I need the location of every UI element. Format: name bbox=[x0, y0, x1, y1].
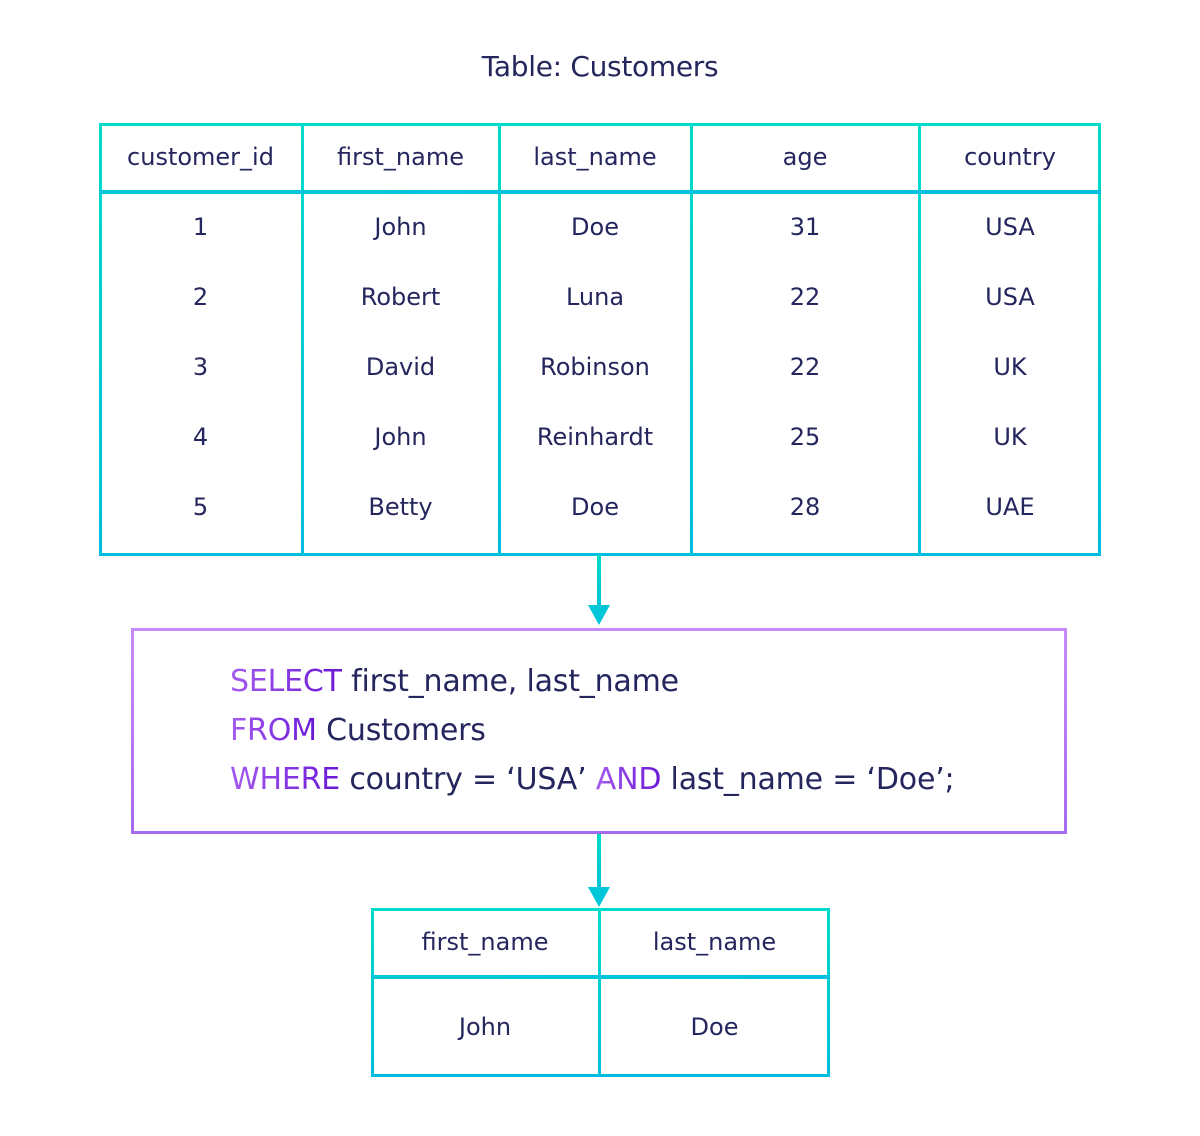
diagram-title: Table: Customers bbox=[481, 50, 719, 83]
table-cell-country: USA bbox=[985, 213, 1035, 241]
sql-line-select: SELECT first_name, last_name bbox=[230, 664, 679, 699]
sql-keyword: AND bbox=[595, 762, 662, 797]
table-cell-first-name: Betty bbox=[368, 493, 433, 521]
table-cell-last-name: Doe bbox=[690, 1013, 739, 1041]
customers-table: customer_id first_name last_name age country… bbox=[99, 123, 1101, 556]
table-cell-customer-id: 2 bbox=[192, 283, 209, 311]
table-cell-age: 25 bbox=[789, 423, 821, 451]
table-cell-country: UK bbox=[993, 423, 1027, 451]
sql-text: last_name = ‘Doe’; bbox=[661, 762, 955, 797]
table-cell-country: UAE bbox=[985, 493, 1035, 521]
table-cell-age: 22 bbox=[789, 283, 821, 311]
arrow-down-icon bbox=[588, 605, 610, 625]
sql-keyword: SELECT bbox=[230, 664, 342, 699]
table-cell-first-name: Robert bbox=[360, 283, 441, 311]
sql-keyword: WHERE bbox=[230, 762, 340, 797]
table-cell-customer-id: 5 bbox=[192, 493, 209, 521]
arrow-down-icon bbox=[588, 887, 610, 907]
table-cell-last-name: Reinhardt bbox=[536, 423, 654, 451]
table-cell-first-name: John bbox=[458, 1013, 512, 1041]
column-header: age bbox=[782, 143, 828, 171]
table-cell-customer-id: 4 bbox=[192, 423, 209, 451]
table-cell-age: 31 bbox=[789, 213, 821, 241]
column-header: last_name bbox=[533, 143, 657, 171]
arrow-shaft bbox=[597, 834, 601, 888]
sql-line-where: WHERE country = ‘USA’ AND last_name = ‘D… bbox=[230, 762, 955, 797]
table-cell-customer-id: 3 bbox=[192, 353, 209, 381]
table-cell-age: 22 bbox=[789, 353, 821, 381]
table-cell-first-name: John bbox=[374, 213, 427, 241]
table-cell-last-name: Doe bbox=[571, 213, 619, 241]
column-header: last_name bbox=[652, 928, 777, 956]
table-cell-first-name: John bbox=[374, 423, 427, 451]
table-cell-last-name: Luna bbox=[565, 283, 625, 311]
sql-text: Customers bbox=[316, 713, 486, 748]
sql-text: country = ‘USA’ bbox=[339, 762, 596, 797]
column-header: first_name bbox=[421, 928, 549, 956]
table-cell-last-name: Doe bbox=[571, 493, 619, 521]
sql-text: first_name, last_name bbox=[341, 664, 679, 699]
result-table: first_name last_name John Doe bbox=[371, 908, 830, 1077]
table-cell-first-name: David bbox=[365, 353, 436, 381]
column-header: customer_id bbox=[127, 143, 274, 171]
sql-query-box: SELECT first_name, last_name FROM Custom… bbox=[131, 628, 1067, 834]
table-cell-last-name: Robinson bbox=[540, 353, 650, 381]
table-cell-age: 28 bbox=[789, 493, 821, 521]
table-cell-customer-id: 1 bbox=[192, 213, 209, 241]
sql-line-from: FROM Customers bbox=[230, 713, 486, 748]
sql-keyword: FROM bbox=[230, 713, 317, 748]
table-cell-country: UK bbox=[993, 353, 1027, 381]
arrow-shaft bbox=[597, 555, 601, 607]
table-cell-country: USA bbox=[985, 283, 1035, 311]
column-header: country bbox=[964, 143, 1056, 171]
column-header: first_name bbox=[337, 143, 464, 171]
